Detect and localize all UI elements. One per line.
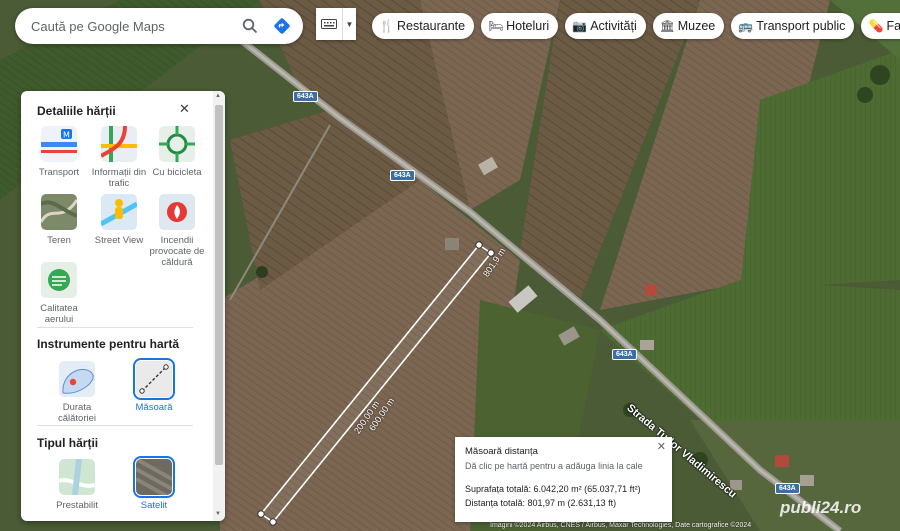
layer-traffic[interactable]: Informații din trafic	[87, 126, 151, 189]
museum-icon: 🏛	[659, 19, 675, 33]
search-input[interactable]: Caută pe Google Maps	[31, 19, 235, 34]
chip-hotels[interactable]: 🛏 Hoteluri	[481, 13, 559, 39]
chevron-down-icon[interactable]: ▼	[342, 8, 356, 40]
scroll-down-arrow-icon[interactable]: ▼	[215, 511, 221, 517]
layer-street-view[interactable]: Street View	[87, 194, 151, 246]
satellite-map-thumbnail	[133, 456, 175, 498]
map-type-label: Prestabilit	[56, 500, 98, 511]
bed-icon: 🛏	[488, 19, 504, 33]
divider	[37, 425, 193, 426]
chip-activities[interactable]: 📷 Activități	[565, 13, 646, 39]
keyboard-icon[interactable]	[316, 19, 342, 29]
pharmacy-icon: 💊	[868, 19, 884, 33]
route-shield: 643A	[775, 483, 800, 494]
map-copyright: Imagini ©2024 Airbus, CNES / Airbus, Max…	[490, 522, 752, 529]
svg-text:M: M	[63, 131, 70, 140]
transit-icon: M	[41, 126, 77, 162]
divider	[37, 327, 193, 328]
chip-museums[interactable]: 🏛 Muzee	[652, 13, 725, 39]
tool-label: Durata călătoriei	[57, 402, 97, 424]
camera-icon: 📷	[572, 19, 588, 33]
pegman-icon	[101, 194, 137, 230]
directions-icon[interactable]	[265, 8, 299, 44]
measure-icon	[133, 358, 175, 400]
terrain-icon	[41, 194, 77, 230]
input-tools-button[interactable]: ▼	[316, 8, 356, 40]
chip-transit[interactable]: 🚌 Transport public	[731, 13, 855, 39]
layer-wildfires[interactable]: Incendii provocate de căldură	[145, 194, 209, 268]
fork-knife-icon: 🍴	[379, 19, 394, 33]
bicycle-icon	[159, 126, 195, 162]
scrollbar-thumb[interactable]	[215, 105, 223, 465]
route-shield: 643A	[390, 170, 415, 181]
travel-time-icon	[59, 361, 95, 397]
layer-label: Cu bicicleta	[152, 167, 202, 178]
layer-label: Informații din trafic	[91, 167, 147, 189]
layer-terrain[interactable]: Teren	[27, 194, 91, 246]
air-quality-icon	[41, 262, 77, 298]
search-icon[interactable]	[235, 11, 265, 41]
measure-title: Măsoară distanța	[465, 446, 538, 457]
layer-label: Transport	[38, 167, 80, 178]
total-area: Suprafața totală: 6.042,20 m² (65.037,71…	[465, 484, 641, 494]
layer-label: Street View	[94, 235, 144, 246]
panel-scrollbar[interactable]: ▲ ▼	[213, 91, 225, 521]
chip-label: Transport public	[756, 19, 846, 33]
map-type-heading: Tipul hărții	[37, 436, 99, 450]
map-type-label: Satelit	[140, 500, 168, 511]
chip-restaurants[interactable]: 🍴 Restaurante	[372, 13, 475, 39]
layer-label: Calitatea aerului	[40, 303, 78, 325]
tool-measure[interactable]: Măsoară	[122, 358, 186, 413]
default-map-thumbnail	[59, 459, 95, 495]
bus-icon: 🚌	[738, 19, 754, 33]
tool-label: Măsoară	[135, 402, 173, 413]
search-box[interactable]: Caută pe Google Maps	[15, 8, 303, 44]
chip-pharmacies[interactable]: 💊Farmacii	[861, 13, 900, 39]
layer-transit[interactable]: M Transport	[27, 126, 91, 178]
map-tools-heading: Instrumente pentru hartă	[37, 337, 180, 351]
map-type-default[interactable]: Prestabilit	[45, 459, 109, 511]
map-details-heading: Detaliile hărții	[37, 104, 116, 118]
layer-label: Teren	[47, 235, 71, 246]
watermark: publi24.ro	[780, 498, 862, 517]
measure-distance-card: ✕ Măsoară distanța Dă clic pe hartă pent…	[455, 437, 672, 522]
chip-label: Hoteluri	[506, 19, 550, 33]
measure-hint: Dă clic pe hartă pentru a adăuga linia l…	[465, 461, 643, 471]
layer-label: Incendii provocate de căldură	[149, 235, 205, 268]
close-icon[interactable]: ✕	[657, 440, 666, 453]
total-distance: Distanța totală: 801,97 m (2.631,13 ft)	[465, 498, 617, 508]
tool-travel-time[interactable]: Durata călătoriei	[45, 361, 109, 424]
route-shield: 643A	[612, 349, 637, 360]
layer-air-quality[interactable]: Calitatea aerului	[27, 262, 91, 325]
traffic-icon	[101, 126, 137, 162]
map-type-satellite[interactable]: Satelit	[122, 456, 186, 511]
chip-label: Restaurante	[397, 19, 466, 33]
map-layers-panel: Detaliile hărții ✕ M Transport Informați…	[21, 91, 225, 521]
scroll-up-arrow-icon[interactable]: ▲	[215, 93, 221, 99]
fire-icon	[159, 194, 195, 230]
route-shield: 643A	[293, 91, 318, 102]
layer-bicycling[interactable]: Cu bicicleta	[145, 126, 209, 178]
category-chips: 🍴 Restaurante 🛏 Hoteluri 📷 Activități 🏛 Muze…	[372, 13, 900, 39]
chip-label: Muzee	[677, 19, 716, 33]
chip-label: Activități	[590, 19, 637, 33]
chip-label: Farmacii	[886, 19, 900, 33]
close-icon[interactable]: ✕	[179, 101, 190, 117]
